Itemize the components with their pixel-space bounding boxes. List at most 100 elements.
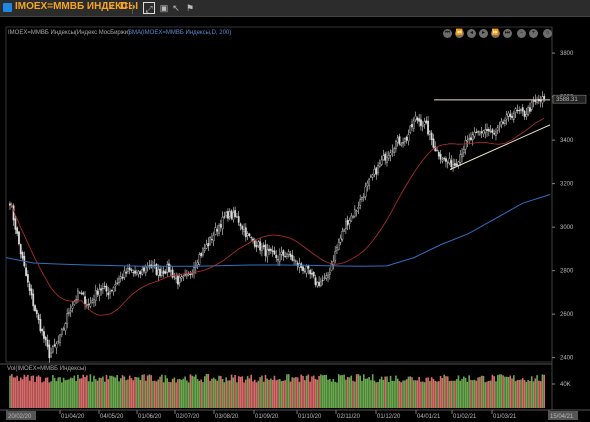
candle-body bbox=[453, 163, 456, 166]
candle-body bbox=[478, 131, 481, 135]
candle-body bbox=[305, 266, 308, 274]
step-back-icon[interactable]: ◂ bbox=[467, 29, 476, 38]
candle-body bbox=[328, 271, 331, 275]
candle-body bbox=[302, 266, 304, 271]
volume-bar bbox=[127, 379, 129, 408]
candle-body bbox=[30, 288, 33, 296]
candle-body bbox=[75, 299, 78, 301]
volume-bar bbox=[216, 380, 219, 408]
candle-body bbox=[277, 259, 279, 261]
y-tick-label: 3400 bbox=[560, 138, 574, 144]
candle-body bbox=[223, 216, 226, 218]
candle-body bbox=[448, 158, 451, 164]
candle-body bbox=[89, 302, 92, 307]
skip-end-icon[interactable]: ⏭ bbox=[503, 29, 512, 38]
volume-bar bbox=[379, 379, 381, 408]
candle-body bbox=[337, 242, 340, 250]
candle-body bbox=[402, 142, 404, 144]
zoom-out-icon[interactable]: − bbox=[517, 29, 526, 38]
volume-bar bbox=[98, 377, 101, 408]
volume-bar bbox=[130, 378, 133, 408]
volume-bar bbox=[443, 374, 445, 408]
candle-body bbox=[282, 250, 285, 256]
volume-bar bbox=[527, 380, 529, 408]
candle-body bbox=[357, 207, 360, 209]
volume-bar bbox=[493, 376, 495, 408]
candle-body bbox=[452, 164, 454, 168]
candle-body bbox=[196, 262, 199, 266]
volume-bar bbox=[119, 378, 122, 408]
volume-bar bbox=[434, 380, 437, 408]
volume-bar bbox=[148, 374, 151, 408]
volume-bar bbox=[30, 376, 33, 408]
volume-bar bbox=[146, 375, 149, 408]
volume-bar bbox=[178, 378, 181, 408]
volume-bar bbox=[343, 374, 345, 408]
price-chart[interactable]: 380036003400320030002800260024003588.314… bbox=[0, 0, 590, 422]
candle-body bbox=[311, 272, 313, 275]
y-tick-label: 2400 bbox=[560, 356, 574, 362]
candle-body bbox=[177, 275, 179, 285]
volume-bar bbox=[416, 380, 419, 408]
candle-body bbox=[100, 288, 103, 291]
volume-bar bbox=[212, 377, 215, 408]
volume-bar bbox=[109, 375, 111, 408]
candle-body bbox=[53, 344, 56, 347]
volume-bar bbox=[69, 377, 72, 408]
volume-bar bbox=[75, 380, 77, 408]
candle-body bbox=[119, 276, 122, 279]
candle-body bbox=[212, 235, 215, 241]
candle-body bbox=[118, 278, 120, 283]
volume-bar bbox=[262, 381, 265, 408]
volume-bar bbox=[396, 378, 399, 408]
candle-body bbox=[200, 253, 203, 256]
volume-bar bbox=[418, 376, 420, 408]
x-tick-label: 02/07/20 bbox=[176, 414, 200, 420]
volume-bar bbox=[159, 376, 161, 408]
candle-body bbox=[139, 271, 142, 275]
volume-bar bbox=[534, 378, 537, 408]
candle-body bbox=[210, 239, 213, 241]
candle-body bbox=[512, 113, 515, 120]
volume-bar bbox=[361, 380, 363, 408]
candle-body bbox=[318, 281, 320, 286]
volume-bar bbox=[337, 374, 340, 408]
candle-body bbox=[182, 275, 185, 278]
rewind-start-icon[interactable]: ⏮ bbox=[443, 29, 452, 38]
candle-body bbox=[137, 270, 140, 275]
volume-bar bbox=[345, 379, 347, 408]
candle-body bbox=[529, 107, 531, 112]
candle-body bbox=[66, 313, 69, 324]
y-tick-label: 3200 bbox=[560, 182, 574, 188]
volume-bar bbox=[144, 380, 147, 408]
volume-bar bbox=[468, 375, 470, 408]
zoom-reset-icon[interactable]: ○ bbox=[543, 29, 552, 38]
candle-body bbox=[203, 248, 206, 251]
candle-body bbox=[389, 152, 392, 156]
candle-body bbox=[516, 110, 519, 112]
volume-bar bbox=[278, 379, 281, 408]
volume-bar bbox=[186, 380, 188, 408]
candle-body bbox=[375, 167, 378, 175]
candle-body bbox=[336, 247, 338, 251]
candle-body bbox=[166, 264, 169, 273]
candle-body bbox=[309, 270, 312, 275]
volume-bar bbox=[27, 374, 29, 408]
volume-bar bbox=[311, 376, 313, 408]
volume-bar bbox=[491, 374, 494, 408]
candle-body bbox=[482, 130, 485, 135]
candle-body bbox=[403, 138, 406, 143]
candle-body bbox=[500, 121, 503, 125]
rewind-icon[interactable]: ⏪ bbox=[455, 29, 464, 38]
volume-bar bbox=[100, 377, 102, 408]
volume-bar bbox=[543, 374, 546, 408]
fast-forward-icon[interactable]: ⏩ bbox=[491, 29, 500, 38]
candle-body bbox=[19, 244, 22, 255]
step-forward-icon[interactable]: ▸ bbox=[479, 29, 488, 38]
zoom-in-icon[interactable]: + bbox=[529, 29, 538, 38]
volume-bar bbox=[61, 382, 63, 408]
candle-body bbox=[518, 110, 521, 112]
volume-bar bbox=[304, 380, 306, 408]
candle-body bbox=[214, 227, 217, 235]
volume-bar bbox=[348, 377, 351, 408]
